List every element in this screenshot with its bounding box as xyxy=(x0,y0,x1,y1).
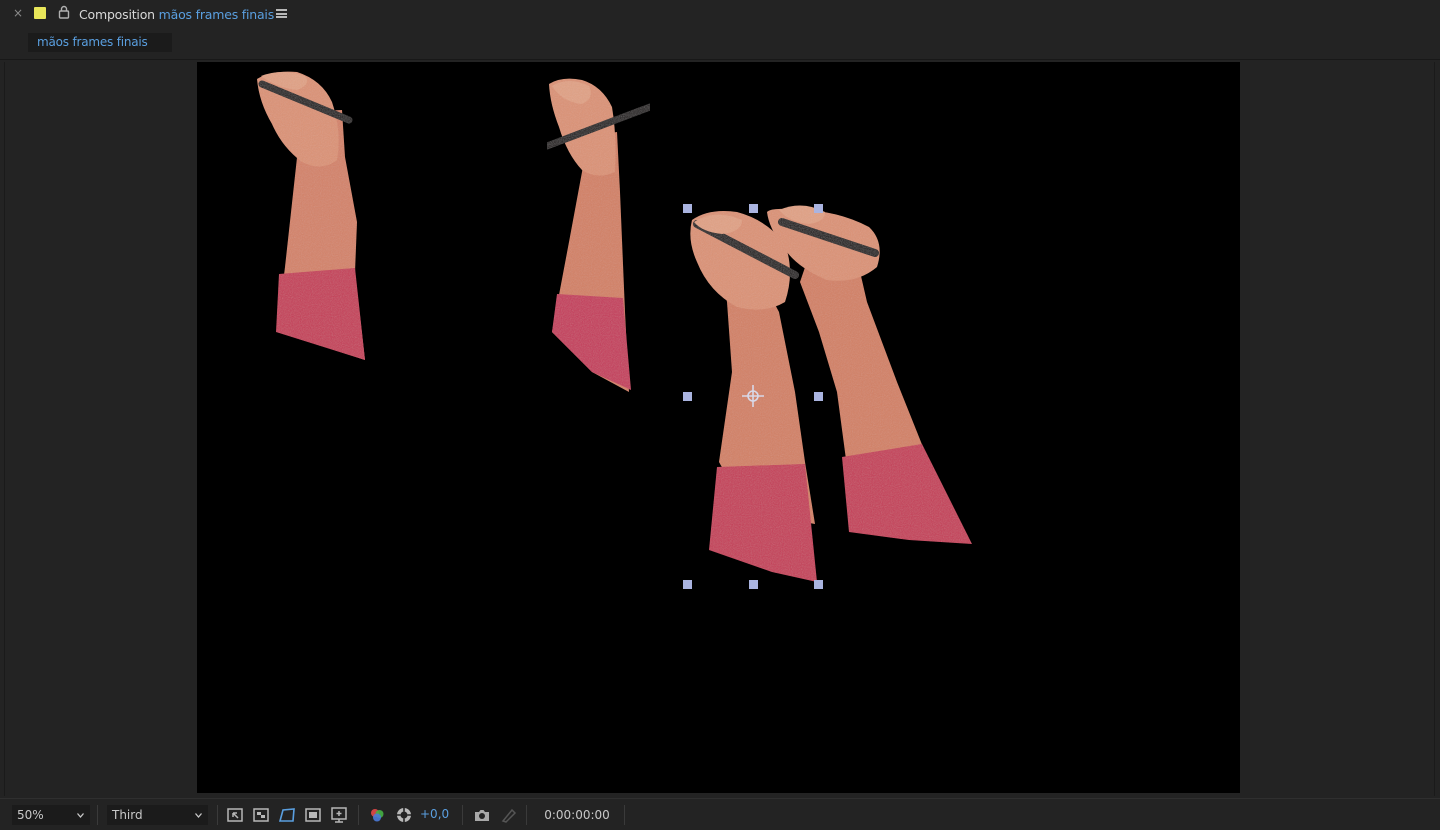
viewer-border-right xyxy=(1434,62,1435,796)
composition-tab-row: mãos frames finais xyxy=(0,29,1440,60)
snapshot-icon[interactable] xyxy=(472,805,492,825)
composition-canvas[interactable] xyxy=(197,62,1240,793)
panel-header: × Composition mãos frames finais xyxy=(0,0,1440,29)
hand-layer-2[interactable] xyxy=(543,78,654,392)
tab-composition[interactable]: mãos frames finais xyxy=(28,33,172,52)
transform-handle-top-left[interactable] xyxy=(683,204,692,213)
transform-handle-middle-left[interactable] xyxy=(683,392,692,401)
transform-handle-bottom-left[interactable] xyxy=(683,580,692,589)
exposure-value[interactable]: +0,0 xyxy=(420,807,449,821)
toolbar-separator xyxy=(526,805,527,825)
transparency-grid-icon[interactable] xyxy=(251,805,271,825)
transform-handle-top-right[interactable] xyxy=(814,204,823,213)
color-channels-icon[interactable] xyxy=(367,805,387,825)
toolbar-separator xyxy=(462,805,463,825)
region-of-interest-icon[interactable] xyxy=(225,805,245,825)
mask-path-icon[interactable] xyxy=(277,805,297,825)
toolbar-separator xyxy=(97,805,98,825)
label-color-swatch[interactable] xyxy=(34,7,46,19)
reset-exposure-icon[interactable] xyxy=(394,805,414,825)
viewer-toolbar: 50% Third +0,0 0:00:00:00 xyxy=(0,798,1440,830)
current-time-display[interactable]: 0:00:00:00 xyxy=(535,805,619,825)
magnification-dropdown[interactable]: 50% xyxy=(12,805,90,825)
transform-handle-bottom-center[interactable] xyxy=(749,580,758,589)
safe-margins-icon[interactable] xyxy=(303,805,323,825)
panel-title: Composition mãos frames finais xyxy=(79,7,274,22)
close-icon[interactable]: × xyxy=(13,6,23,20)
hamburger-menu-icon[interactable] xyxy=(276,9,287,18)
hand-layer-1[interactable] xyxy=(257,71,365,360)
panel-title-prefix: Composition xyxy=(79,7,155,22)
toolbar-separator xyxy=(624,805,625,825)
show-snapshot-icon[interactable] xyxy=(499,805,519,825)
resolution-value: Third xyxy=(112,808,143,822)
resolution-dropdown[interactable]: Third xyxy=(107,805,208,825)
chevron-down-icon xyxy=(195,813,202,818)
canvas-artwork xyxy=(257,71,972,589)
magnification-value: 50% xyxy=(17,808,44,822)
toolbar-separator xyxy=(358,805,359,825)
transform-handle-middle-right[interactable] xyxy=(814,392,823,401)
panel-comp-name[interactable]: mãos frames finais xyxy=(159,7,275,22)
view-options-icon[interactable] xyxy=(329,805,349,825)
transform-handle-bottom-right[interactable] xyxy=(814,580,823,589)
toolbar-separator xyxy=(217,805,218,825)
lock-icon[interactable] xyxy=(58,5,70,19)
transform-handle-top-center[interactable] xyxy=(749,204,758,213)
chevron-down-icon xyxy=(77,813,84,818)
viewer-border-left xyxy=(4,62,5,796)
